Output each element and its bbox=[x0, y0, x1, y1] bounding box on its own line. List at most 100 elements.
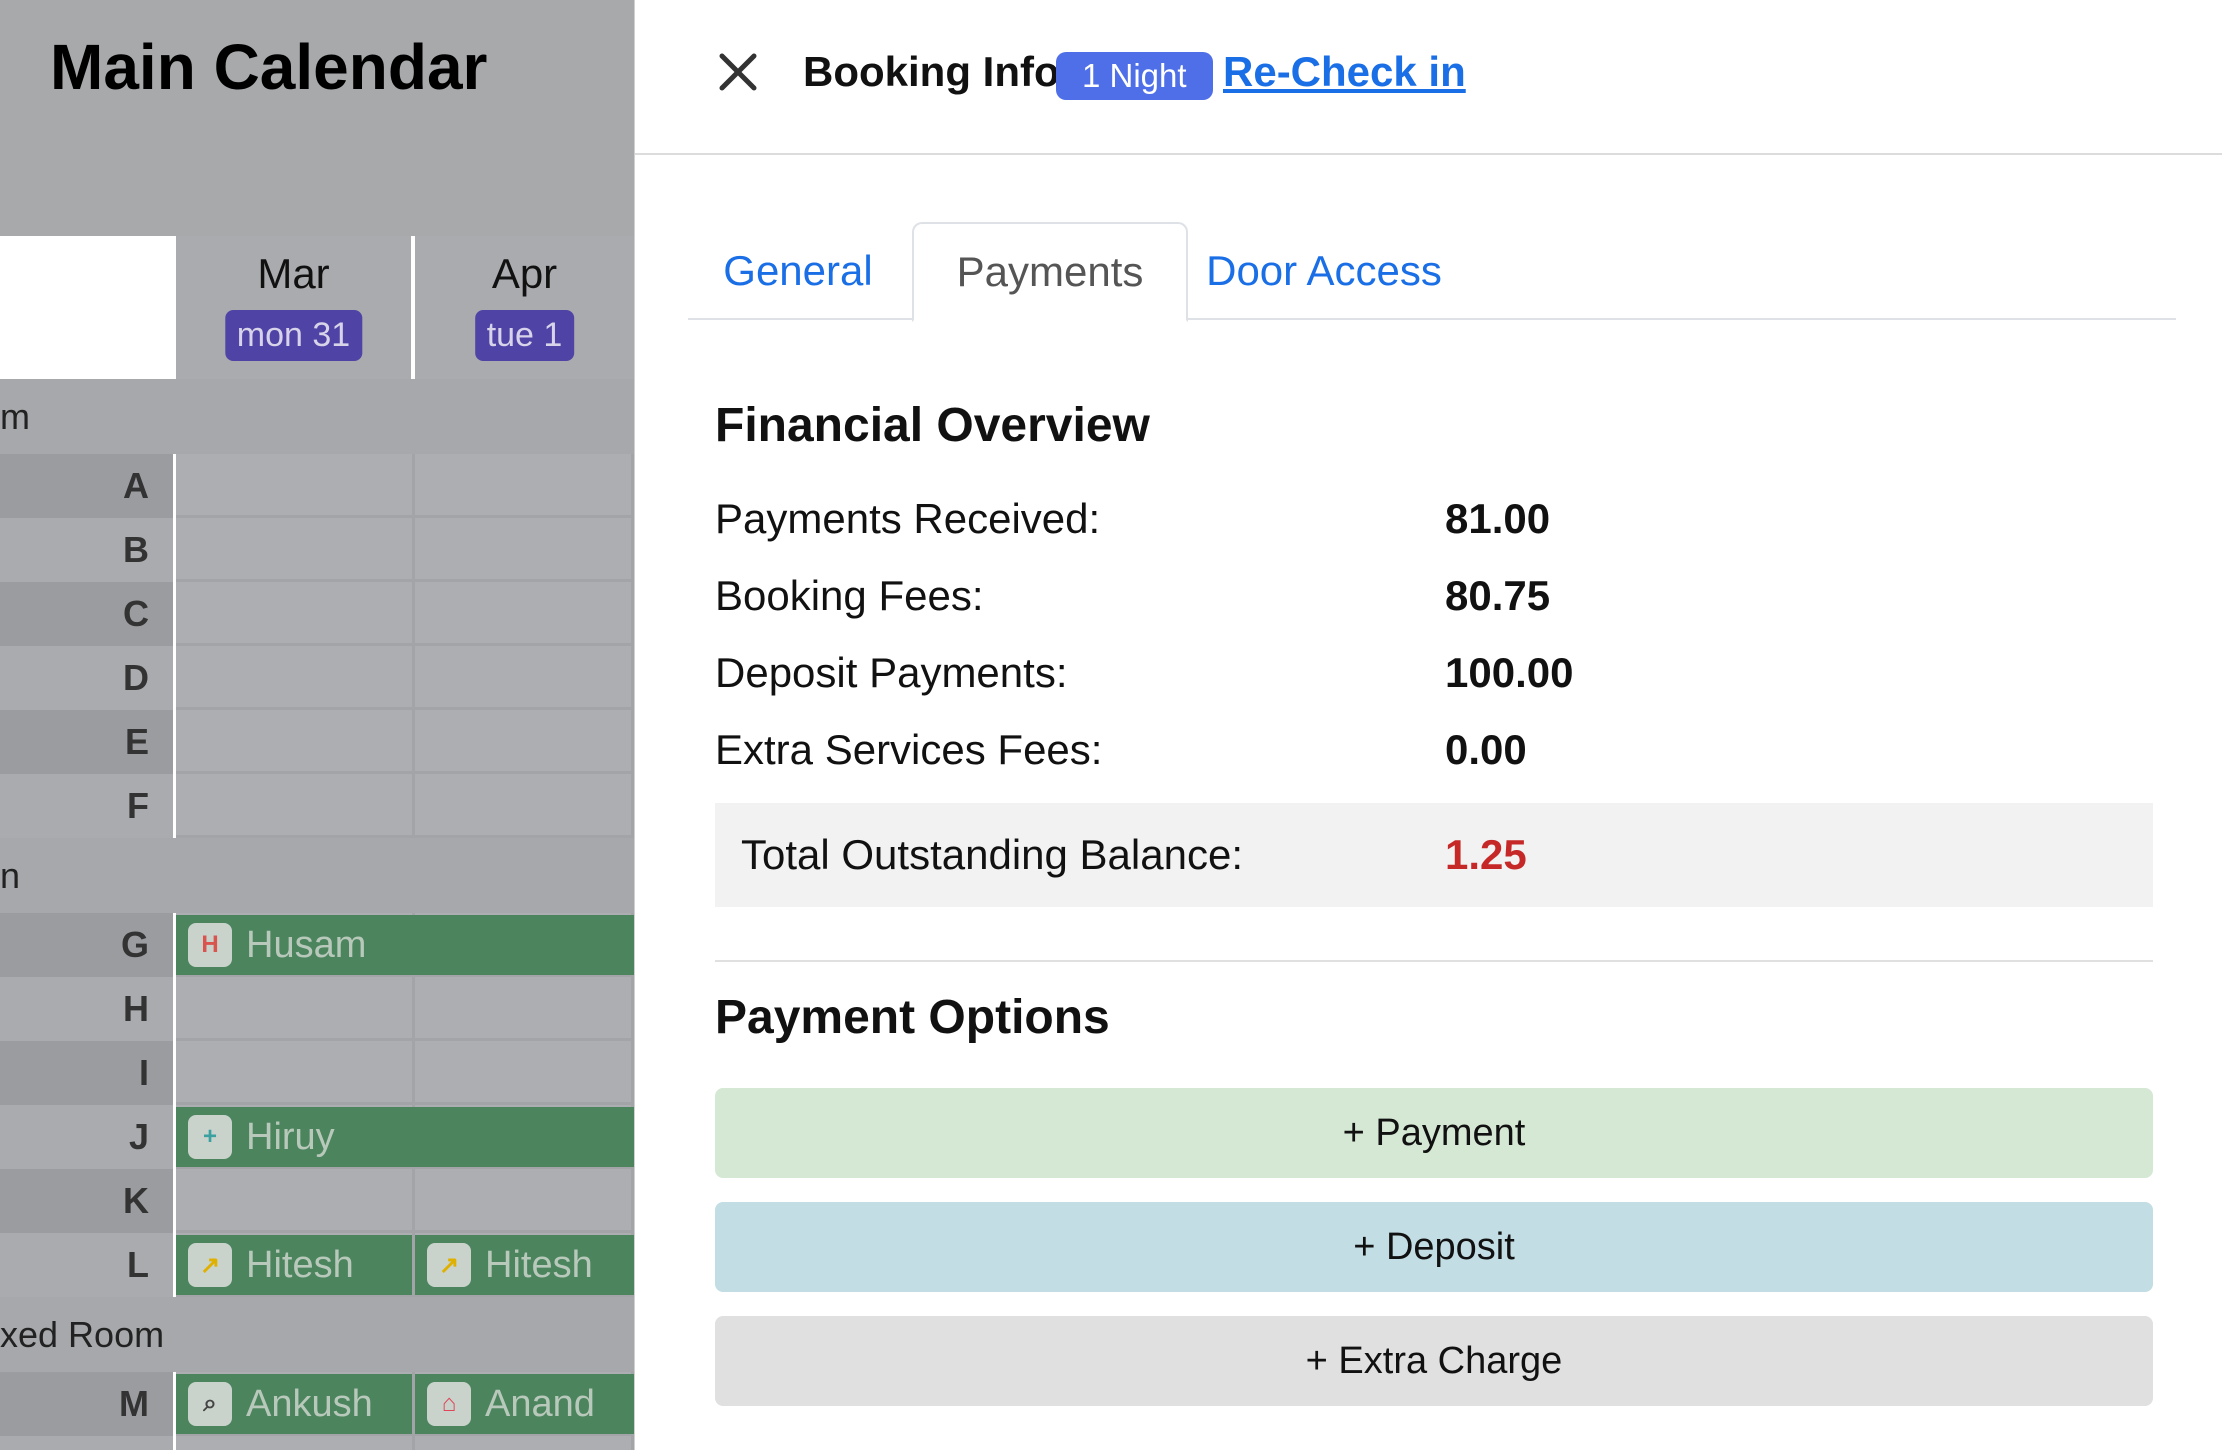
booking-guest-name: Hiruy bbox=[246, 1115, 335, 1158]
arrow-up-right-icon: ↗ bbox=[188, 1243, 232, 1287]
add-extra-charge-button[interactable]: + Extra Charge bbox=[715, 1316, 2153, 1406]
row-label: Extra Services Fees: bbox=[715, 726, 1103, 773]
booking-guest-name: Hitesh bbox=[485, 1243, 593, 1286]
calendar-title: Main Calendar bbox=[50, 31, 488, 103]
booking-fees-row: Booking Fees: 80.75 bbox=[715, 572, 2153, 632]
room-letter: F bbox=[127, 785, 149, 826]
calendar-cell[interactable] bbox=[176, 582, 415, 646]
room-group-label: xed Room bbox=[0, 1313, 165, 1355]
room-letter: L bbox=[127, 1244, 149, 1285]
close-button[interactable] bbox=[710, 44, 766, 100]
room-label-cell: J bbox=[0, 1105, 173, 1169]
room-letter: G bbox=[120, 924, 149, 965]
room-letter: E bbox=[124, 721, 149, 762]
nights-badge: 1 Night bbox=[1056, 52, 1213, 100]
room-label-cell: N bbox=[0, 1436, 173, 1450]
row-value: 100.00 bbox=[1445, 649, 1574, 696]
booking-bar[interactable]: ↗ Hitesh bbox=[176, 1235, 412, 1295]
tab-payments[interactable]: Payments bbox=[912, 222, 1188, 322]
booking-guest-name: Ankush bbox=[246, 1382, 373, 1425]
room-letter: H bbox=[123, 988, 149, 1029]
room-letter: C bbox=[123, 593, 149, 634]
room-letter: B bbox=[123, 529, 149, 570]
room-label-cell: E bbox=[0, 710, 173, 774]
booking-bar[interactable]: ⌂ Anand bbox=[415, 1374, 634, 1434]
room-letter: M bbox=[119, 1383, 149, 1424]
search-dots-icon: ⌕ bbox=[188, 1382, 232, 1426]
drawer-header: Booking Info 1 Night Re-Check in bbox=[635, 0, 2222, 155]
day-month: Apr bbox=[491, 250, 558, 297]
row-label: Deposit Payments: bbox=[715, 649, 1068, 696]
section-divider bbox=[715, 960, 2153, 962]
booking-tabs: General Payments Door Access bbox=[688, 222, 2176, 322]
room-group-clip: m bbox=[0, 379, 173, 454]
payments-received-row: Payments Received: 81.00 bbox=[715, 495, 2153, 555]
financial-overview-heading: Financial Overview bbox=[715, 399, 1150, 452]
calendar-cell[interactable] bbox=[176, 977, 415, 1041]
room-label-cell: G bbox=[0, 913, 173, 977]
room-group-clip: n bbox=[0, 838, 173, 913]
room-label-cell: B bbox=[0, 518, 173, 582]
calendar-cell[interactable] bbox=[415, 977, 634, 1041]
calendar-cell[interactable] bbox=[176, 1041, 415, 1105]
tab-general[interactable]: General bbox=[688, 222, 908, 320]
calendar-cell[interactable] bbox=[415, 1169, 634, 1233]
row-label: Payments Received: bbox=[715, 495, 1101, 542]
calendar-cell[interactable] bbox=[176, 710, 415, 774]
calendar-cell[interactable] bbox=[176, 1436, 415, 1450]
tab-door-access[interactable]: Door Access bbox=[1194, 222, 1454, 320]
booking-guest-name: Anand bbox=[485, 1382, 595, 1425]
calendar-cell[interactable] bbox=[176, 454, 415, 518]
calendar-cell[interactable] bbox=[176, 774, 415, 838]
hostel-h-icon: H bbox=[188, 923, 232, 967]
booking-bar[interactable]: ⌕ Ankush bbox=[176, 1374, 412, 1434]
total-value: 1.25 bbox=[1445, 831, 1527, 878]
calendar-cell[interactable] bbox=[415, 646, 634, 710]
payment-options-heading: Payment Options bbox=[715, 991, 1110, 1044]
plus-circle-icon: + bbox=[188, 1115, 232, 1159]
day-header-mar-31[interactable]: Mar mon 31 bbox=[176, 236, 411, 379]
calendar-cell[interactable] bbox=[176, 1169, 415, 1233]
room-label-cell: M bbox=[0, 1372, 173, 1436]
room-label-cell: A bbox=[0, 454, 173, 518]
room-letter: I bbox=[138, 1052, 149, 1093]
day-header-apr-1[interactable]: Apr tue 1 bbox=[415, 236, 634, 379]
deposit-payments-row: Deposit Payments: 100.00 bbox=[715, 649, 2153, 709]
calendar-cell[interactable] bbox=[176, 518, 415, 582]
room-label-cell: D bbox=[0, 646, 173, 710]
day-month: Mar bbox=[257, 250, 330, 297]
calendar-cell[interactable] bbox=[415, 1436, 634, 1450]
total-outstanding-balance: Total Outstanding Balance: 1.25 bbox=[715, 803, 2153, 907]
room-letter: A bbox=[123, 465, 149, 506]
room-letter: D bbox=[123, 657, 149, 698]
calendar-cell[interactable] bbox=[415, 774, 634, 838]
room-label-cell: K bbox=[0, 1169, 173, 1233]
add-payment-button[interactable]: + Payment bbox=[715, 1088, 2153, 1178]
recheck-in-link[interactable]: Re-Check in bbox=[1223, 48, 1466, 96]
calendar-cell[interactable] bbox=[415, 1041, 634, 1105]
day-pill: tue 1 bbox=[474, 310, 575, 361]
total-label: Total Outstanding Balance: bbox=[741, 831, 1243, 878]
booking-info-drawer: Booking Info 1 Night Re-Check in General… bbox=[634, 0, 2222, 1450]
row-value: 80.75 bbox=[1445, 572, 1551, 619]
room-letter: K bbox=[123, 1180, 149, 1221]
close-icon bbox=[719, 53, 757, 91]
booking-bar[interactable]: H Husam bbox=[176, 915, 634, 975]
room-label-cell: C bbox=[0, 582, 173, 646]
calendar-cell[interactable] bbox=[415, 710, 634, 774]
calendar-cell[interactable] bbox=[176, 646, 415, 710]
room-group-label: m bbox=[0, 395, 30, 437]
room-group-row: m bbox=[0, 379, 634, 454]
extra-services-fees-row: Extra Services Fees: 0.00 bbox=[715, 726, 2153, 786]
add-deposit-button[interactable]: + Deposit bbox=[715, 1202, 2153, 1292]
room-group-label: n bbox=[0, 854, 21, 896]
room-label-cell: H bbox=[0, 977, 173, 1041]
calendar-cell[interactable] bbox=[415, 454, 634, 518]
calendar-header: Main Calendar bbox=[0, 0, 634, 236]
booking-bar[interactable]: ↗ Hitesh bbox=[415, 1235, 634, 1295]
room-label-cell: I bbox=[0, 1041, 173, 1105]
calendar-cell[interactable] bbox=[415, 518, 634, 582]
calendar-cell[interactable] bbox=[415, 582, 634, 646]
room-label-cell: F bbox=[0, 774, 173, 838]
booking-bar[interactable]: + Hiruy bbox=[176, 1107, 634, 1167]
